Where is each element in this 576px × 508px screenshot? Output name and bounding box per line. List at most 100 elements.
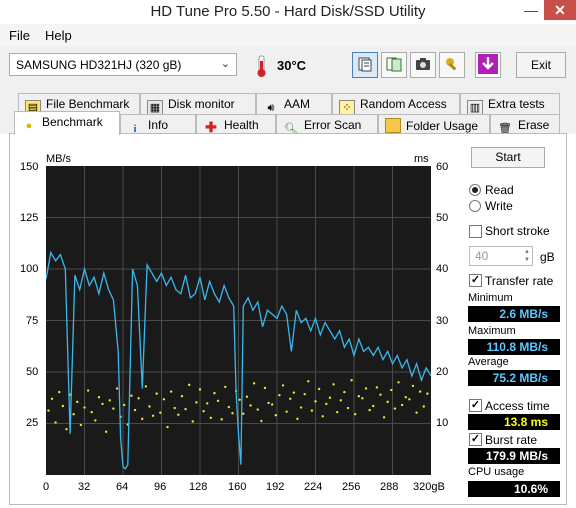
- access-time-point: [325, 402, 328, 406]
- access-time-point: [61, 404, 65, 408]
- write-label: Write: [485, 199, 513, 213]
- copy-text-button[interactable]: [352, 52, 378, 78]
- access-time-point: [260, 419, 263, 423]
- access-time-point: [184, 407, 187, 411]
- access-time-point: [382, 416, 386, 419]
- access-time-point: [299, 406, 303, 409]
- exit-button[interactable]: Exit: [516, 52, 566, 78]
- access-time-point: [249, 404, 252, 407]
- tab-benchmark[interactable]: ● Benchmark: [14, 111, 120, 135]
- average-label: Average: [468, 356, 509, 368]
- tab-aam-label: AAM: [284, 97, 311, 111]
- tab-erase[interactable]: 🗑︎ Erase: [490, 114, 560, 135]
- access-time-point: [335, 410, 339, 414]
- access-time-point: [58, 390, 61, 394]
- access-time-point: [317, 387, 321, 391]
- minimum-label: Minimum: [468, 292, 513, 304]
- chevron-down-icon: ⌄: [220, 58, 230, 70]
- window-title: HD Tune Pro 5.50 - Hard Disk/SSD Utility: [150, 3, 426, 20]
- read-radio[interactable]: [469, 184, 481, 196]
- access-time-point: [252, 382, 256, 385]
- x-tick: 160: [228, 481, 247, 493]
- x-tick: 256: [342, 481, 361, 493]
- tab-extra-tests-label: Extra tests: [488, 97, 545, 111]
- access-time-point: [364, 387, 368, 390]
- x-tick: 320gB: [413, 481, 445, 493]
- access-time-point: [231, 412, 234, 415]
- access-time-point: [307, 380, 310, 383]
- menu-help[interactable]: Help: [45, 28, 72, 43]
- short-stroke-spinner[interactable]: 40 ▲ ▼: [469, 246, 533, 266]
- tab-random-access-label: Random Access: [360, 97, 447, 111]
- tab-random-access[interactable]: ⁘ Random Access: [332, 93, 460, 115]
- minimum-value: 2.6 MB/s: [468, 306, 560, 322]
- camera-icon: [415, 56, 431, 75]
- tab-extra-tests[interactable]: ▥ Extra tests: [460, 93, 560, 115]
- drive-select[interactable]: SAMSUNG HD321HJ (320 gB) ⌄: [9, 53, 237, 76]
- screenshot-button[interactable]: [410, 52, 436, 78]
- download-arrow-icon: [478, 53, 498, 77]
- access-time-point: [256, 408, 259, 411]
- access-time-point: [202, 409, 205, 413]
- access-time-point: [379, 393, 382, 396]
- access-time-checkbox[interactable]: ✓: [469, 399, 482, 412]
- y-right-tick: 10: [436, 417, 449, 429]
- y-right-tick: 30: [436, 315, 449, 327]
- close-button[interactable]: ✕: [544, 0, 576, 20]
- tab-error-scan[interactable]: 🔍︎ Error Scan: [276, 114, 378, 135]
- access-time-point: [65, 427, 68, 431]
- access-time-point: [191, 420, 194, 423]
- access-time-point: [198, 388, 202, 391]
- lightbulb-icon: ●: [25, 120, 33, 132]
- access-time-point: [94, 419, 97, 422]
- access-time-point: [54, 421, 57, 424]
- folder-icon: [385, 118, 401, 133]
- access-time-point: [148, 405, 151, 408]
- access-time-point: [79, 423, 83, 427]
- tab-health[interactable]: ✚ Health: [196, 114, 276, 135]
- cpu-usage-label: CPU usage: [468, 466, 525, 478]
- access-time-point: [72, 413, 75, 416]
- copy-all-button[interactable]: [381, 52, 407, 78]
- short-stroke-label: Short stroke: [485, 224, 550, 238]
- minimize-button[interactable]: —: [522, 2, 540, 20]
- tab-info[interactable]: i Info: [120, 114, 196, 135]
- save-button[interactable]: [475, 52, 501, 78]
- y-left-tick: 125: [20, 212, 39, 224]
- options-button[interactable]: [439, 52, 465, 78]
- access-time-point: [328, 396, 332, 399]
- menu-file[interactable]: File: [9, 28, 30, 43]
- clipboard-icon: [357, 56, 373, 75]
- access-time-point: [343, 390, 346, 394]
- access-time-point: [123, 403, 126, 407]
- y-left-tick: 100: [20, 263, 39, 275]
- thermometer-icon: [249, 53, 273, 79]
- tab-error-scan-label: Error Scan: [304, 118, 362, 132]
- access-time-point: [372, 404, 375, 408]
- maximum-value: 110.8 MB/s: [468, 339, 560, 355]
- access-time-point: [397, 381, 400, 384]
- tab-disk-monitor[interactable]: ▦ Disk monitor: [140, 93, 256, 115]
- access-time-point: [83, 406, 86, 409]
- tab-aam[interactable]: 🔊︎ AAM: [256, 93, 332, 114]
- access-time-point: [303, 392, 306, 396]
- tab-folder-usage[interactable]: Folder Usage: [378, 114, 490, 135]
- write-radio[interactable]: [469, 200, 481, 212]
- x-tick: 128: [189, 481, 208, 493]
- access-time-point: [180, 395, 184, 398]
- x-tick: 288: [380, 481, 399, 493]
- access-time-point: [90, 410, 93, 414]
- transfer-rate-checkbox[interactable]: ✓: [469, 274, 482, 287]
- start-button[interactable]: Start: [471, 147, 545, 168]
- burst-rate-checkbox[interactable]: ✓: [469, 433, 482, 446]
- access-time-point: [130, 394, 133, 397]
- access-time-point: [357, 395, 361, 398]
- tab-erase-label: Erase: [518, 118, 550, 132]
- short-stroke-checkbox[interactable]: [469, 225, 482, 238]
- access-time-point: [144, 385, 148, 388]
- y-left-tick: 75: [26, 315, 39, 327]
- short-stroke-value: 40: [475, 249, 489, 263]
- spinner-arrows-icon[interactable]: ▲ ▼: [524, 248, 530, 264]
- x-tick: 192: [266, 481, 285, 493]
- access-time-point: [400, 403, 404, 407]
